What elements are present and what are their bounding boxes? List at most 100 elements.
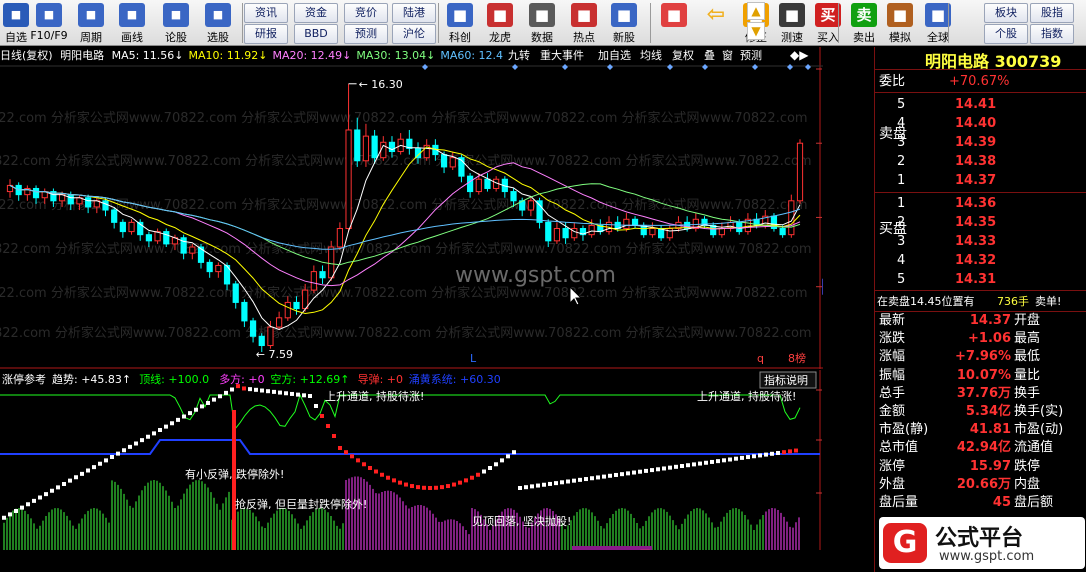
stat-label: 外盘 [879, 476, 906, 492]
chart-tool-2[interactable]: 加自选 [598, 47, 631, 65]
indicator-annotation: 上升通道, 持股待涨! [697, 389, 796, 403]
trend-dot [266, 389, 270, 394]
dragon-tiger-button[interactable]: ■ 龙虎 [482, 1, 518, 45]
candle-body [293, 301, 300, 310]
indicator-item: 空方: +12.69↑ [270, 372, 349, 386]
stat-row: 涨停 15.97 跌停 [875, 457, 1086, 476]
speed-test-button[interactable]: ■ 测速 [774, 1, 810, 45]
indicator-help-button[interactable]: 指标说明 [764, 373, 808, 387]
period-label[interactable]: 日线(复权) [0, 49, 53, 62]
trend-dot [542, 482, 546, 487]
right-small-button[interactable]: 个股 [984, 24, 1028, 44]
sell-level-5[interactable]: 5 14.41 [875, 95, 1086, 114]
chart-nav-arrows[interactable]: ◆▶ [790, 48, 808, 62]
trend-dot [200, 404, 204, 409]
chart-tool-0[interactable]: 九转 [508, 47, 530, 65]
trend-dot [452, 482, 456, 487]
small-button[interactable]: 研报 [244, 24, 288, 44]
hammer-button[interactable]: ■ 模拟 [882, 1, 918, 45]
small-button[interactable]: BBD [294, 24, 338, 44]
level-price: 14.33 [955, 234, 997, 249]
buy-level-2[interactable]: 2 14.35 [875, 213, 1086, 232]
trend-dot [128, 444, 132, 449]
toolbar-label: 全球 [927, 31, 949, 44]
kline-chart[interactable]: 822.com 分析家公式网www.70822.com 分析家公式网www.70… [0, 47, 823, 369]
chart-tool-7[interactable]: 预测 [740, 47, 762, 65]
trend-dot [746, 455, 750, 460]
sell-level-4[interactable]: 4 14.40 [875, 114, 1086, 133]
new-stock-icon: ■ [611, 3, 637, 27]
chart-tool-4[interactable]: 复权 [672, 47, 694, 65]
level-number: 2 [897, 154, 906, 169]
stat-row: 涨跌 +1.06 最高 [875, 329, 1086, 348]
trend-dot [92, 465, 96, 470]
chart-tool-6[interactable]: 窗 [722, 47, 733, 65]
stat-right-label: 内盘 [1014, 476, 1041, 492]
trend-dot [26, 502, 30, 507]
stock-pick-button[interactable]: ■ 选股 [198, 1, 238, 45]
sell-level-1[interactable]: 1 14.37 [875, 171, 1086, 190]
right-small-button[interactable]: 股指 [1030, 3, 1074, 23]
buy-level-3[interactable]: 3 14.33 [875, 232, 1086, 251]
updown-arrow-1[interactable]: ▼ [747, 22, 765, 40]
indicator-chart[interactable]: 涨停参考 趋势: +45.83↑ 顶线: +100.0 多方: +0 空方: +12.6… [0, 370, 823, 550]
trend-dot [512, 450, 516, 455]
f10-button[interactable]: ■ F10/F9 [28, 1, 70, 45]
globe-button[interactable]: ■ 全球 [920, 1, 956, 45]
up-down-buttons[interactable]: ▲ ▼ [738, 0, 774, 44]
buy-level-1[interactable]: 1 14.36 [875, 194, 1086, 213]
pe-button[interactable]: ■ 数据 [524, 1, 560, 45]
chart-tool-1[interactable]: 重大事件 [540, 47, 584, 65]
small-button[interactable]: 预测 [344, 24, 388, 44]
trend-dot [212, 397, 216, 402]
toolbar-label: 卖出 [853, 31, 875, 44]
buy-level-4[interactable]: 4 14.32 [875, 251, 1086, 270]
stat-row: 盘后量 45 盘后额 [875, 493, 1086, 512]
small-button[interactable]: 资金 [294, 3, 338, 23]
sell-level-2[interactable]: 2 14.38 [875, 152, 1086, 171]
toolbar-label: 测速 [781, 31, 803, 44]
hot-button[interactable]: ■ 热点 [566, 1, 602, 45]
timeline-label: 03 [346, 548, 360, 550]
back-arrow-button[interactable]: ⇦ [696, 1, 736, 45]
candle-body [796, 142, 804, 202]
pencil-button[interactable]: ■ 画线 [114, 1, 150, 45]
sell-button[interactable]: 卖卖出 [846, 1, 882, 45]
trend-dot [782, 450, 786, 455]
grid-button[interactable]: ■ [654, 1, 694, 45]
sell-level-3[interactable]: 3 14.39 [875, 133, 1086, 152]
candle-body [718, 228, 725, 236]
ma-label: MA30: 13.04↓ [356, 49, 436, 62]
forum-button[interactable]: ■ 论股 [156, 1, 196, 45]
buy-level-5[interactable]: 5 14.31 [875, 270, 1086, 289]
chart-button[interactable]: ■ 科创 [442, 1, 478, 45]
watermark-text: 822.com 分析家公式网www.70822.com 分析家公式网www.70… [0, 241, 812, 257]
notice-row: 在卖盘14.45位置有 736手 卖单! [875, 292, 1086, 311]
small-button[interactable]: 陆港 [392, 3, 436, 23]
stock-pick-icon: ■ [205, 3, 231, 27]
right-small-button[interactable]: 指数 [1030, 24, 1074, 44]
chart-tool-5[interactable]: 叠 [704, 47, 715, 65]
clock-button[interactable]: ■ 周期 [74, 1, 108, 45]
timeline-label: 02 [242, 548, 256, 550]
updown-arrow-0[interactable]: ▲ [747, 2, 765, 20]
right-small-button[interactable]: 板块 [984, 3, 1028, 23]
level-price: 14.35 [955, 215, 997, 230]
small-button[interactable]: 沪伦 [392, 24, 436, 44]
candle-body [649, 228, 656, 236]
new-stock-button[interactable]: ■ 新股 [606, 1, 642, 45]
chart-tool-3[interactable]: 均线 [640, 47, 662, 65]
trend-dot [626, 471, 630, 476]
trend-dot [482, 469, 486, 474]
trend-dot [668, 465, 672, 470]
trend-dot [62, 482, 66, 486]
chart-marker: 8榜 [788, 351, 806, 365]
f10-icon: ■ [36, 3, 62, 27]
stock-app-window: ■ 自选 ■ F10/F9 ■ 周期 ■ 画线 ■ 论股 ■ 选股 资讯 资金 竞价 陆港 研报 BBD 预测 沪伦 ■… [0, 0, 1086, 572]
trend-dot [368, 466, 372, 470]
buy-button[interactable]: 买买入 [810, 1, 846, 45]
small-button[interactable]: 竞价 [344, 3, 388, 23]
trend-dot [470, 475, 474, 480]
favorites-button[interactable]: ■ 自选 [2, 1, 30, 45]
small-button[interactable]: 资讯 [244, 3, 288, 23]
